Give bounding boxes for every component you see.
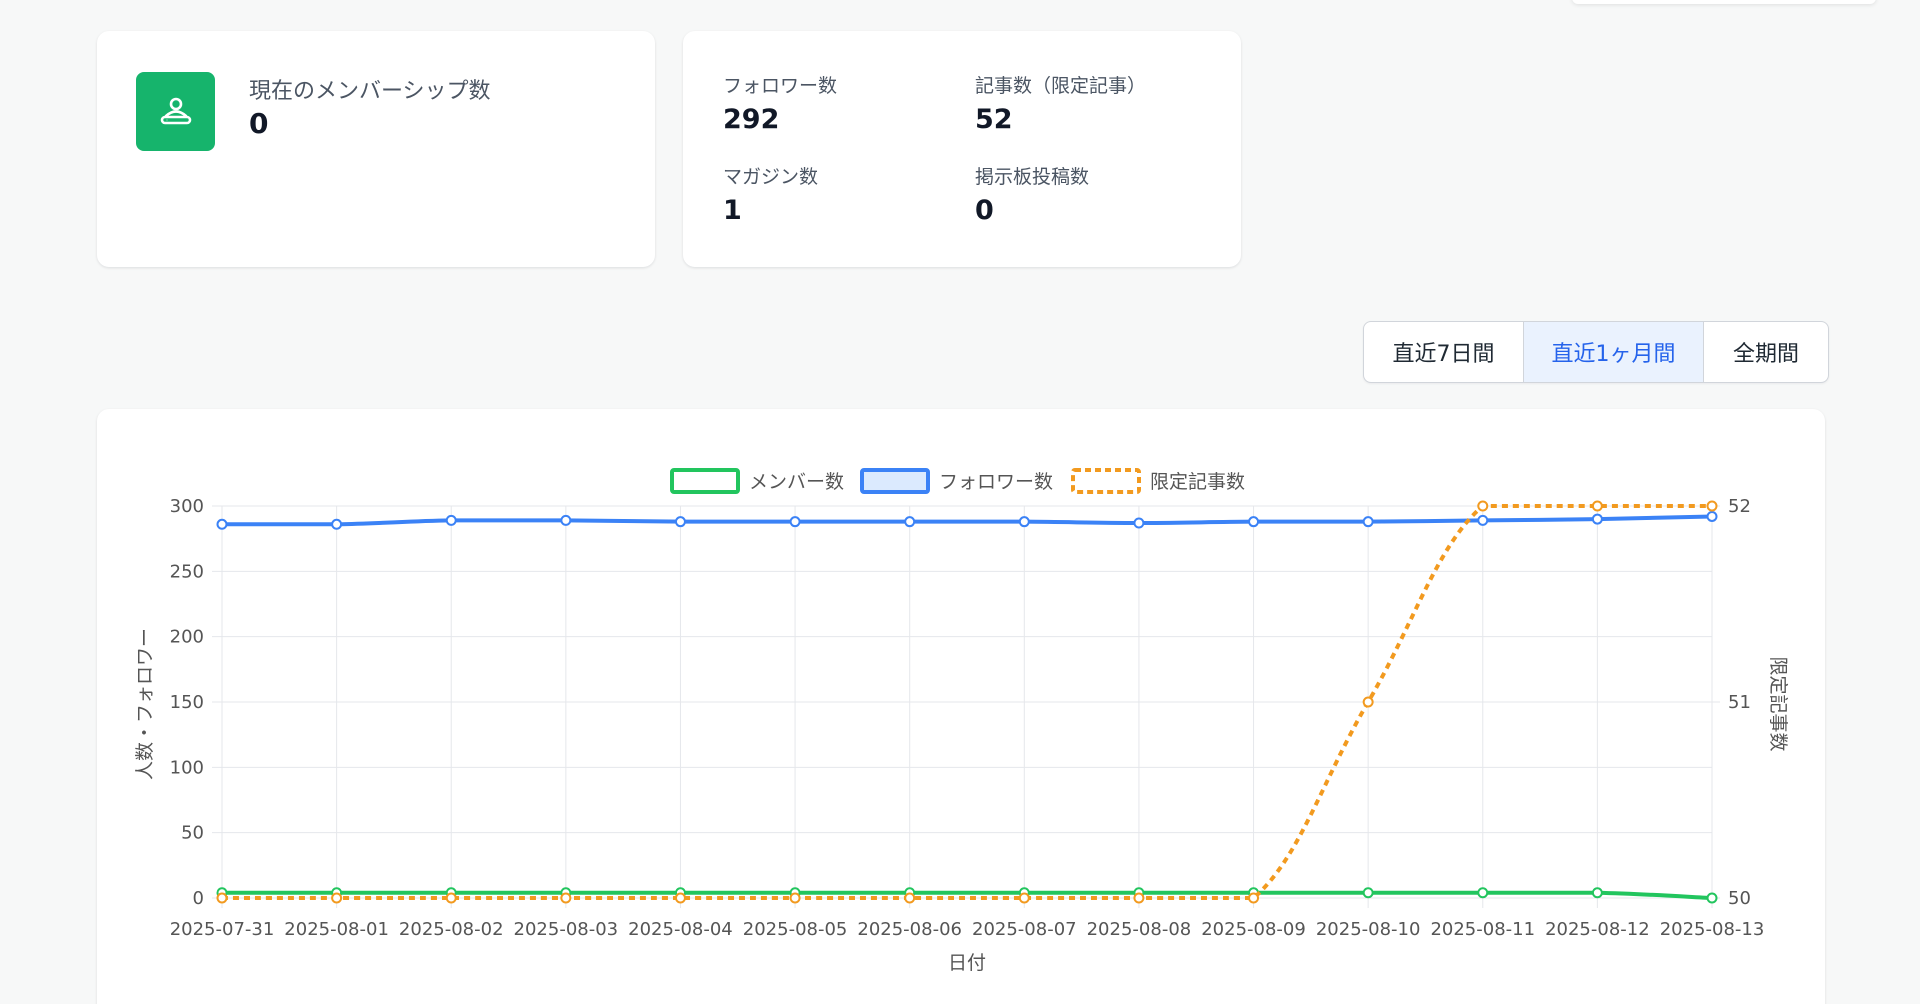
data-point-limited-articles — [216, 892, 228, 904]
data-point-followers — [674, 516, 686, 528]
dashboard-page: 現在のメンバーシップ数 0 フォロワー数 292 記事数（限定記事） 52 マガ… — [0, 0, 1920, 1004]
data-point-members — [1591, 887, 1603, 899]
legend-label-limited-articles: 限定記事数 — [1150, 471, 1245, 493]
data-point-limited-articles — [1477, 500, 1489, 512]
chart-card: 0 50 100 150 200 250 300 2025-07-31 2025-08-01 20… — [97, 409, 1825, 1004]
data-point-followers — [331, 518, 343, 530]
data-point-limited-articles — [1133, 892, 1145, 904]
x-tick-label: 2025-08-13 — [1660, 919, 1765, 940]
legend-swatch-followers — [860, 468, 930, 494]
data-point-limited-articles — [1362, 696, 1374, 708]
x-tick-label: 2025-08-05 — [743, 919, 848, 940]
x-tick-label: 2025-08-03 — [514, 919, 619, 940]
members-icon — [160, 97, 191, 124]
y2-tick-label: 52 — [1728, 496, 1751, 517]
x-tick-label: 2025-08-04 — [628, 919, 733, 940]
chart-legend[interactable]: メンバー数 フォロワー数 限定記事数 — [670, 468, 1245, 494]
membership-icon-box — [136, 72, 215, 151]
membership-card: 現在のメンバーシップ数 0 — [97, 31, 655, 267]
y2-tick-label: 51 — [1728, 692, 1751, 713]
data-point-followers — [1362, 516, 1374, 528]
top-menu-fragment — [1572, 0, 1876, 4]
data-point-limited-articles — [1018, 892, 1030, 904]
period-1month-button[interactable]: 直近1ヶ月間 — [1524, 322, 1704, 382]
stat-articles: 記事数（限定記事） 52 — [975, 71, 1146, 135]
data-point-followers — [560, 514, 572, 526]
stat-magazines: マガジン数 1 — [723, 162, 818, 226]
period-7days-button[interactable]: 直近7日間 — [1364, 322, 1524, 382]
membership-count-label: 現在のメンバーシップ数 — [249, 79, 491, 104]
y-axis-title: 人数・フォロワー — [134, 628, 156, 780]
x-tick-label: 2025-08-08 — [1087, 919, 1192, 940]
x-tick-label: 2025-08-06 — [857, 919, 962, 940]
data-point-limited-articles — [674, 892, 686, 904]
data-point-members — [1362, 887, 1374, 899]
stats-card: フォロワー数 292 記事数（限定記事） 52 マガジン数 1 掲示板投稿数 0 — [683, 31, 1241, 267]
y-tick-label: 300 — [170, 496, 204, 517]
data-point-followers — [216, 518, 228, 530]
period-selector: 直近7日間 直近1ヶ月間 全期間 — [1363, 321, 1829, 383]
data-point-followers — [1018, 516, 1030, 528]
data-point-limited-articles — [560, 892, 572, 904]
data-point-followers — [1706, 510, 1718, 522]
data-point-followers — [445, 514, 457, 526]
stats-line-chart: 0 50 100 150 200 250 300 2025-07-31 2025-08-01 20… — [134, 468, 1789, 974]
y2-tick-label: 50 — [1728, 888, 1751, 909]
y-tick-label: 50 — [181, 823, 204, 844]
y-tick-label: 250 — [170, 561, 204, 582]
legend-label-members: メンバー数 — [749, 471, 844, 493]
chart-axes: 0 50 100 150 200 250 300 2025-07-31 2025-08-01 20… — [170, 496, 1765, 940]
stat-magazines-label: マガジン数 — [723, 166, 819, 188]
stat-followers: フォロワー数 292 — [723, 71, 837, 135]
data-point-limited-articles — [1591, 500, 1603, 512]
legend-swatch-members — [670, 468, 740, 494]
legend-label-followers: フォロワー数 — [939, 471, 1053, 493]
data-point-members — [1706, 892, 1718, 904]
chart-grid — [212, 505, 1720, 908]
data-point-members — [1477, 887, 1489, 899]
legend-item-followers[interactable]: フォロワー数 — [860, 468, 1053, 494]
x-tick-label: 2025-08-07 — [972, 919, 1077, 940]
stat-board-posts-value: 0 — [975, 195, 994, 226]
stat-articles-value: 52 — [975, 104, 1013, 135]
data-point-limited-articles — [445, 892, 457, 904]
x-tick-label: 2025-08-09 — [1201, 919, 1306, 940]
stat-followers-value: 292 — [723, 104, 780, 135]
y-tick-label: 150 — [170, 692, 204, 713]
period-all-button[interactable]: 全期間 — [1704, 322, 1828, 382]
data-point-followers — [1477, 514, 1489, 526]
data-point-limited-articles — [904, 892, 916, 904]
x-axis-title: 日付 — [948, 952, 986, 974]
data-point-followers — [904, 516, 916, 528]
y2-axis-title: 限定記事数 — [1767, 656, 1789, 751]
stat-board-posts: 掲示板投稿数 0 — [975, 162, 1089, 226]
stat-board-posts-label: 掲示板投稿数 — [975, 166, 1090, 188]
data-point-limited-articles — [1248, 892, 1260, 904]
x-tick-label: 2025-08-12 — [1545, 919, 1650, 940]
legend-swatch-limited-articles — [1071, 468, 1141, 494]
y-tick-label: 0 — [193, 888, 204, 909]
x-tick-label: 2025-08-10 — [1316, 919, 1421, 940]
data-point-followers — [789, 516, 801, 528]
y-tick-label: 200 — [170, 627, 204, 648]
y-tick-label: 100 — [170, 757, 204, 778]
x-tick-label: 2025-08-11 — [1430, 919, 1535, 940]
data-point-followers — [1248, 516, 1260, 528]
series-line-followers — [221, 514, 1713, 527]
legend-item-members[interactable]: メンバー数 — [670, 468, 844, 494]
data-point-limited-articles — [789, 892, 801, 904]
stat-magazines-value: 1 — [723, 195, 742, 226]
x-tick-label: 2025-07-31 — [170, 919, 275, 940]
stat-articles-label: 記事数（限定記事） — [975, 75, 1147, 97]
x-tick-label: 2025-08-02 — [399, 919, 504, 940]
x-tick-label: 2025-08-01 — [284, 919, 389, 940]
stat-followers-label: フォロワー数 — [723, 75, 838, 97]
legend-item-limited-articles[interactable]: 限定記事数 — [1071, 468, 1245, 494]
data-point-followers — [1133, 517, 1145, 529]
data-point-limited-articles — [1706, 500, 1718, 512]
data-point-followers — [1591, 513, 1603, 525]
membership-count-value: 0 — [249, 107, 269, 140]
data-point-limited-articles — [331, 892, 343, 904]
